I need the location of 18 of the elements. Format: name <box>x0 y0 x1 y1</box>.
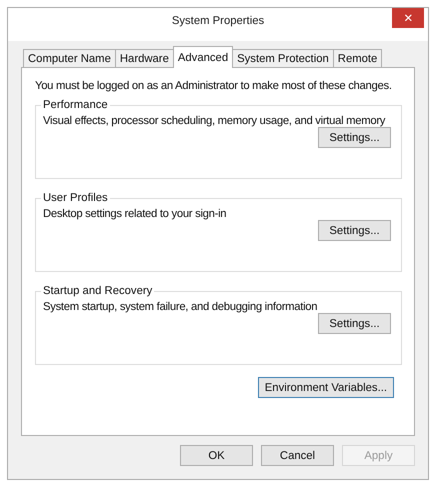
admin-notice: You must be logged on as an Administrator to make most of these changes. <box>35 80 392 92</box>
group-description: System startup, system failure, and debugging information <box>43 301 318 313</box>
close-button[interactable]: ✕ <box>392 8 424 28</box>
group-title: User Profiles <box>42 192 109 204</box>
group-title: Startup and Recovery <box>42 285 154 297</box>
tab[interactable]: Advanced <box>172 46 234 68</box>
settings-button[interactable]: Settings... <box>318 220 391 241</box>
tab[interactable]: Computer Name <box>23 49 116 68</box>
tab[interactable]: Remote <box>332 49 382 68</box>
dialog-button[interactable]: Cancel <box>261 445 334 466</box>
window-title: System Properties <box>170 15 266 27</box>
group-description: Desktop settings related to your sign-in <box>43 208 228 220</box>
settings-button[interactable]: Settings... <box>318 127 391 148</box>
settings-button[interactable]: Settings... <box>318 313 391 334</box>
group-description: Visual effects, processor scheduling, memory usage, and virtual memory <box>43 115 386 127</box>
dialog-button[interactable]: OK <box>180 445 253 466</box>
environment-variables-button[interactable]: Environment Variables... <box>258 377 394 398</box>
group-title: Performance <box>42 99 109 111</box>
